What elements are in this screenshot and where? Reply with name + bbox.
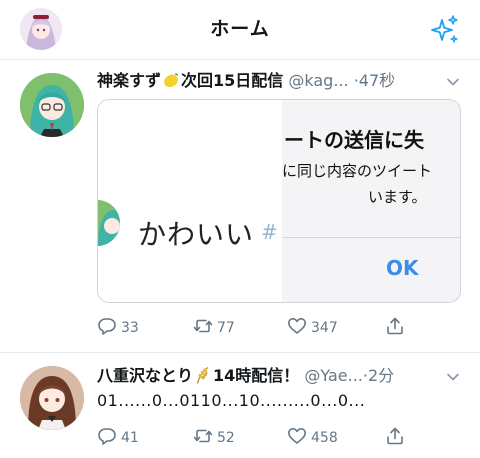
like-button[interactable]: 347 (287, 316, 338, 340)
author-handle[interactable]: @kag... (288, 71, 348, 90)
reply-icon (98, 428, 116, 445)
dialog-divider (282, 237, 460, 238)
retweet-icon (193, 429, 213, 443)
media-avatar (98, 200, 120, 246)
author-avatar-image (20, 366, 84, 430)
retweet-count: 77 (217, 320, 235, 336)
reply-button[interactable]: 33 (97, 316, 139, 340)
media-text: かわいい (138, 218, 255, 251)
media-avatar-image (98, 200, 120, 246)
like-count: 458 (311, 430, 338, 446)
author-name[interactable]: 八重沢なとり (97, 366, 193, 385)
author-name-suffix[interactable]: 次回15日配信 (181, 71, 283, 90)
media-dialog-panel: ートの送信に失 に同じ内容のツイート います。 OK (282, 100, 460, 302)
top-header: ホーム (0, 0, 480, 60)
dialog-ok-button: OK (386, 256, 419, 280)
reply-count: 41 (121, 430, 139, 446)
media-hash-fragment: # (261, 220, 278, 244)
media-attachment[interactable]: かわいい # ートの送信に失 に同じ内容のツイート います。 OK (97, 99, 461, 303)
tweet-header: 神楽すず 次回15日配信 @kag... ·47秒 (97, 69, 462, 93)
author-name[interactable]: 神楽すず (97, 71, 161, 90)
heart-icon (288, 318, 306, 334)
retweet-button[interactable]: 77 (193, 316, 235, 340)
tweet-actions: 41 52 458 (97, 426, 417, 450)
author-avatar-image (20, 73, 84, 137)
chevron-down-icon[interactable] (446, 75, 460, 89)
like-button[interactable]: 458 (287, 426, 338, 450)
dialog-title: ートの送信に失 (284, 128, 424, 152)
share-button[interactable] (385, 316, 409, 340)
like-count: 347 (311, 320, 338, 336)
retweet-count: 52 (217, 430, 235, 446)
reply-button[interactable]: 41 (97, 426, 139, 450)
retweet-button[interactable]: 52 (193, 426, 235, 450)
dialog-message-line1: に同じ内容のツイート (282, 162, 433, 180)
rice-emoji-icon (196, 367, 209, 384)
retweet-icon (193, 319, 213, 333)
tweet-header: 八重沢なとり 14時配信！ @Yae...·2分 (97, 364, 462, 388)
media-left-panel: かわいい # (98, 100, 282, 302)
page-title: ホーム (210, 18, 270, 40)
tweet-text: 01......0...0110...10.........0...0... (97, 391, 366, 410)
heart-icon (288, 428, 306, 444)
reply-count: 33 (121, 320, 139, 336)
author-handle[interactable]: @Yae... (304, 366, 362, 385)
reply-icon (98, 318, 116, 335)
tweet-card[interactable]: 八重沢なとり 14時配信！ @Yae...·2分 01......0...011… (0, 353, 480, 458)
timestamp[interactable]: 2分 (368, 366, 394, 385)
share-button[interactable] (385, 426, 409, 450)
share-icon (387, 317, 403, 335)
author-name-suffix[interactable]: 14時配信！ (213, 366, 299, 385)
tweet-actions: 33 77 347 (97, 316, 417, 340)
author-avatar[interactable] (20, 366, 84, 430)
lemon-emoji-icon (164, 73, 179, 88)
timestamp[interactable]: 47秒 (359, 71, 395, 90)
chevron-down-icon[interactable] (446, 370, 460, 384)
sparkle-icon[interactable] (428, 14, 460, 46)
share-icon (387, 427, 403, 445)
author-avatar[interactable] (20, 73, 84, 137)
tweet-card[interactable]: 神楽すず 次回15日配信 @kag... ·47秒 かわいい # ートの送信に失… (0, 60, 480, 353)
dialog-message-line2: います。 (368, 188, 427, 206)
